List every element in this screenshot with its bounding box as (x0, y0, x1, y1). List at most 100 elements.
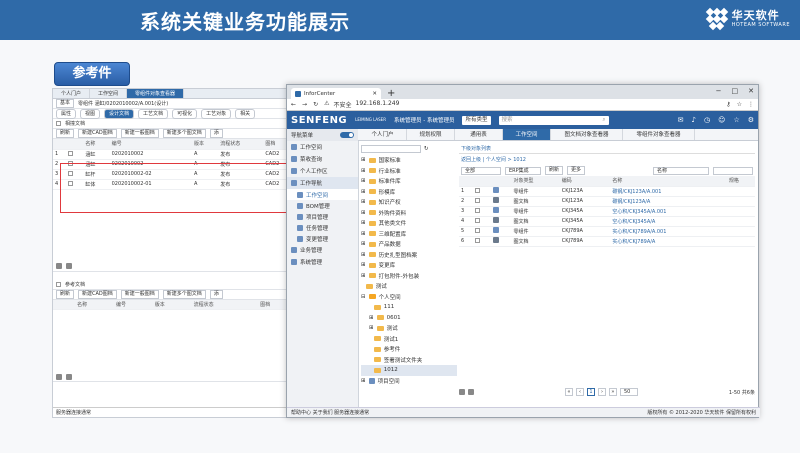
object-link[interactable]: 空心积/CKJ345A/A.001 (610, 206, 727, 217)
table-row[interactable]: 1 零组件 CKJ123A 碳钢/CKJ123A/A.001 (459, 186, 755, 197)
erp-select[interactable]: ERP集成 (505, 166, 541, 175)
tree-item[interactable]: 参考件 (361, 344, 457, 355)
tab-part-viewer[interactable]: 零组件对象查看器 (623, 129, 695, 140)
tree-search[interactable]: ↻ (361, 143, 457, 155)
section1-checkbox[interactable] (56, 121, 61, 126)
more-button[interactable]: 更多 (567, 166, 586, 175)
tree-item[interactable]: ⊞ 形模库 (361, 187, 457, 198)
bell-icon[interactable]: ♪ (692, 116, 696, 124)
table-row[interactable]: 6 图文档 CKJ789A 实心积/CKJ789A/A (459, 236, 755, 247)
back-tab-portal[interactable]: 个人门户 (53, 89, 91, 98)
star-icon[interactable]: ☆ (737, 101, 742, 108)
sub-object-list-tab[interactable]: 下级对象列表 (461, 145, 491, 152)
export-icon[interactable] (56, 263, 62, 269)
key-icon[interactable]: ⚷ (726, 101, 730, 108)
table-row[interactable]: 2 涵缸 0202010002 A 发布 CAD2 (53, 159, 297, 170)
row-checkbox[interactable] (475, 227, 481, 233)
first-page-button[interactable]: « (564, 388, 573, 396)
name-filter-select[interactable]: 名称 (653, 166, 709, 175)
new-multi-button[interactable]: 新建多个图文档 (162, 129, 206, 138)
forward-arrow-icon[interactable]: → (302, 101, 307, 108)
row-checkbox[interactable] (475, 207, 481, 213)
sidebar-item-change[interactable]: 变更管理 (287, 233, 358, 244)
row-checkbox[interactable] (475, 187, 481, 193)
new-general-button-2[interactable]: 新建一般图档 (120, 289, 159, 299)
table-row[interactable]: 4 缸体 0202010002-01 A 发布 CAD2 (53, 179, 297, 190)
next-page-button[interactable]: › (597, 388, 606, 396)
subtab-view[interactable]: 视图 (80, 108, 101, 119)
object-link[interactable]: 碳钢/CKJ123A/A.001 (610, 186, 727, 197)
subtab-attr[interactable]: 属性 (56, 108, 77, 119)
table-row[interactable]: 5 零组件 CKJ789A 实心积/CKJ789A/A.001 (459, 226, 755, 237)
close-window-icon[interactable]: ✕ (748, 87, 754, 95)
system-user-label[interactable]: 系统管理员 - 系统管理员 (394, 116, 454, 124)
subtab-process-obj[interactable]: 工艺对象 (201, 108, 232, 119)
back-tab-workspace[interactable]: 工作空间 (90, 89, 128, 98)
sidebar-item-personal[interactable]: 个人工作区 (287, 165, 358, 177)
tree-refresh-icon[interactable]: ↻ (424, 146, 429, 152)
menu-dots-icon[interactable]: ⋮ (748, 101, 754, 108)
share-icon[interactable] (468, 389, 474, 395)
sidebar-item-business[interactable]: 业务管理 (287, 244, 358, 256)
tree-item[interactable]: ⊞ 产品数据 (361, 239, 457, 250)
table-row[interactable]: 3 缸杆 0202010002-02 A 发布 CAD2 (53, 169, 297, 180)
sidebar-item-worknav[interactable]: 工作导航 (287, 177, 358, 189)
search-input[interactable]: 搜索 ⌕ (498, 115, 609, 125)
object-link[interactable]: 实心积/CKJ789A/A (610, 236, 727, 247)
tree-item[interactable]: ⊞ 0601 (361, 313, 457, 324)
gear-icon[interactable]: ⚙ (748, 116, 754, 124)
tree-select[interactable] (361, 145, 421, 153)
share-icon-2[interactable] (66, 373, 72, 380)
tab-portal[interactable]: 个人门户 (359, 129, 407, 140)
tree-item[interactable]: ⊞ 标准件库 (361, 176, 457, 187)
close-tab-icon[interactable]: ✕ (372, 91, 377, 97)
clock-icon[interactable]: ◷ (704, 116, 710, 124)
table-row[interactable]: 2 图文档 CKJ123A 碳钢/CKJ123A/A (459, 196, 755, 207)
reload-icon[interactable]: ↻ (313, 101, 318, 108)
tree-item[interactable]: ⊞ 知识产权 (361, 197, 457, 208)
maximize-icon[interactable]: □ (732, 87, 739, 95)
row-checkbox[interactable] (475, 237, 481, 243)
tree-item[interactable]: ⊞ 三维配置库 (361, 229, 457, 240)
mail-icon[interactable]: ✉ (678, 116, 684, 124)
last-page-button[interactable]: » (608, 388, 617, 396)
tab-common[interactable]: 通用表 (455, 129, 503, 140)
url-field[interactable]: ⚠ 不安全 192.168.1.249 (324, 100, 720, 109)
new-tab-icon[interactable]: + (387, 88, 395, 99)
add-button[interactable]: 添 (209, 129, 223, 138)
table-row[interactable]: 4 图文档 CKJ345A 空心积/CKJ345A/A (459, 216, 755, 227)
tree-item[interactable]: ⊞ 行业标准 (361, 166, 457, 177)
nav-toggle[interactable] (340, 132, 354, 138)
sidebar-item-workspace[interactable]: 工作空间 (287, 141, 358, 153)
subtab-related[interactable]: 相关 (235, 108, 256, 119)
new-cad-button-2[interactable]: 新建CAD图档 (78, 289, 117, 299)
page-size-select[interactable]: 50 (619, 388, 638, 396)
footer-left[interactable]: 帮助中心 关于我们 服务器连接通常 (291, 409, 369, 416)
subtab-design-doc[interactable]: 设计文档 (104, 108, 135, 119)
export-icon-2[interactable] (56, 373, 62, 380)
sidebar-item-system[interactable]: 系统管理 (287, 256, 358, 268)
object-link[interactable]: 碳钢/CKJ123A/A (610, 196, 727, 207)
row-checkbox[interactable] (68, 180, 74, 186)
tree-item[interactable]: 签署测试文件夹 (361, 355, 457, 366)
refresh-button[interactable]: 刷新 (56, 129, 75, 138)
tree-item[interactable]: ⊞ 其他类文件 (361, 218, 457, 229)
refresh-button-2[interactable]: 刷新 (56, 289, 75, 299)
row-checkbox[interactable] (68, 160, 74, 166)
object-link[interactable]: 实心积/CKJ789A/A.001 (610, 226, 727, 237)
table-row[interactable]: 3 零组件 CKJ345A 空心积/CKJ345A/A.001 (459, 206, 755, 217)
type-select[interactable]: 所有类型 (462, 115, 491, 125)
sidebar-item-query[interactable]: 菜收查询 (287, 153, 358, 165)
refresh-button[interactable]: 刷新 (545, 166, 564, 175)
object-link[interactable]: 空心积/CKJ345A/A (610, 216, 727, 227)
add-button-2[interactable]: 添 (209, 289, 223, 299)
subtab-visual[interactable]: 可视化 (172, 108, 198, 119)
tree-item[interactable]: ⊞ 历史扎型图档案 (361, 250, 457, 261)
tree-item[interactable]: ⊟ 个人空间 (361, 292, 457, 303)
back-basic-select[interactable]: 基本 (56, 99, 75, 108)
sidebar-item-task[interactable]: 任务管理 (287, 222, 358, 233)
row-checkbox[interactable] (68, 150, 74, 156)
subtab-process-doc[interactable]: 工艺文档 (138, 108, 169, 119)
tree-item-selected[interactable]: 1012 (361, 365, 457, 376)
section2-checkbox[interactable] (56, 281, 61, 287)
